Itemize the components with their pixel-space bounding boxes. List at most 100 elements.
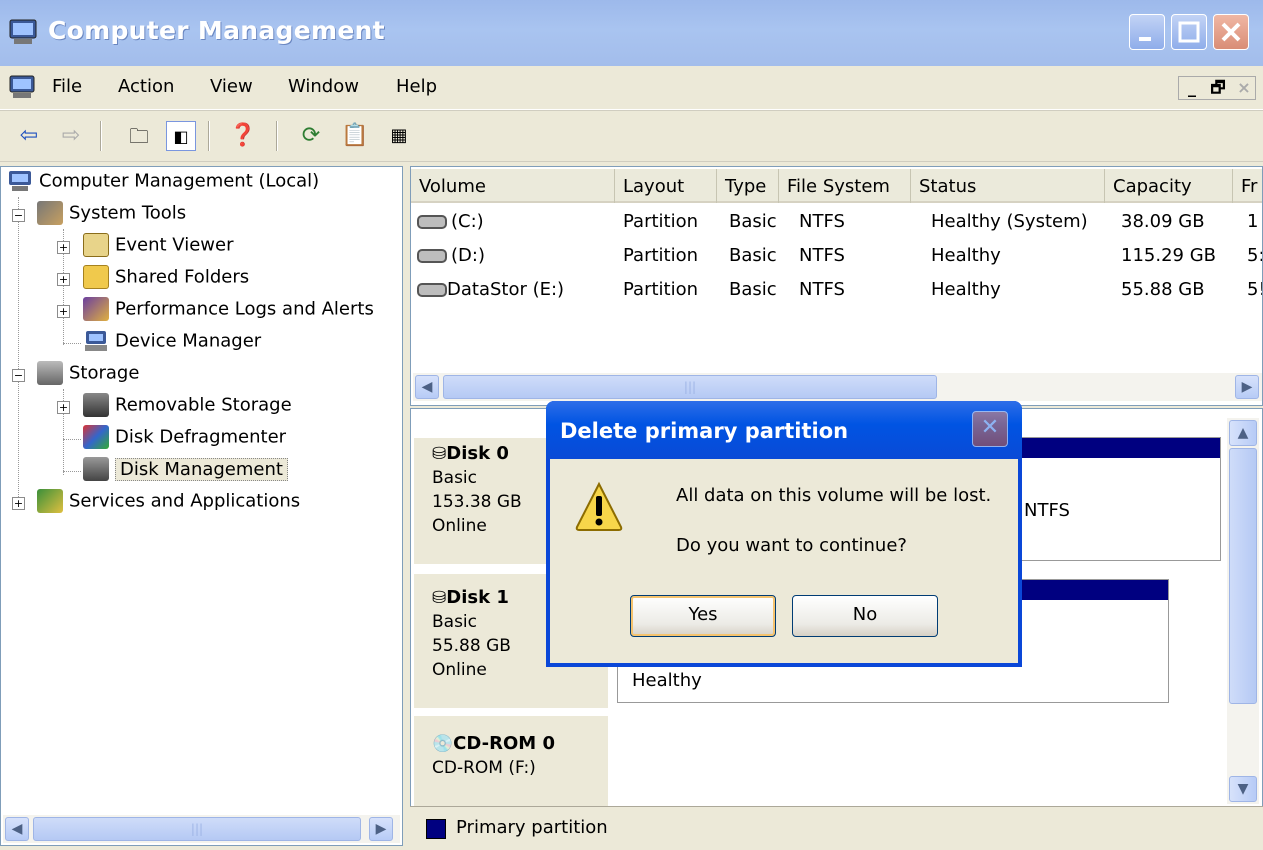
scroll-right-icon[interactable]: ▶ [1235,375,1259,399]
volume-fs-text: NTFS [1024,500,1070,521]
tree-item-removable-storage[interactable]: Removable Storage [83,393,292,421]
cell-layout: Partition [623,279,699,300]
toolbar-separator [100,121,102,151]
tree-label: Disk Management [115,457,288,481]
column-layout[interactable]: Layout [615,169,717,203]
drive-icon [417,215,447,229]
column-type[interactable]: Type [717,169,779,203]
yes-button[interactable]: Yes [630,595,776,637]
close-button[interactable] [1213,14,1249,50]
column-status[interactable]: Status [911,169,1105,203]
tree-label: Shared Folders [115,266,250,288]
maximize-icon [1178,21,1200,43]
scroll-up-icon[interactable]: ▲ [1229,420,1257,446]
forward-icon[interactable]: ⇨ [56,121,86,151]
menu-view[interactable]: View [210,76,253,97]
expand-icon[interactable]: + [57,401,70,414]
title-bar[interactable]: Computer Management [0,0,1263,66]
column-capacity[interactable]: Capacity [1105,169,1233,203]
refresh-icon[interactable]: ⟳ [296,121,326,151]
primary-partition-swatch [426,819,446,839]
cdrom-0-label[interactable]: 💿CD-ROM 0 CD-ROM (F:) [413,715,609,807]
cell-file-system: NTFS [799,279,845,300]
cell-status: Healthy (System) [931,211,1088,232]
menu-action[interactable]: Action [118,76,174,97]
cell-capacity: 55.88 GB [1121,279,1205,300]
child-restore-button[interactable]: 🗗 [1205,77,1231,99]
minimize-button[interactable] [1129,14,1165,50]
child-minimize-button[interactable]: _ [1179,77,1205,99]
disks-vertical-scrollbar[interactable]: ▲ ▼ [1227,418,1259,804]
list-header: Volume Layout Type File System Status Ca… [411,169,1262,203]
table-row[interactable]: (C:) Partition Basic NTFS Healthy (Syste… [411,205,1262,239]
scroll-thumb[interactable]: ||| [443,375,937,399]
tree-item-system-tools[interactable]: System Tools [37,201,186,229]
tree-label: Removable Storage [115,394,292,416]
menu-bar: File Action View Window Help _ 🗗 × [0,66,1263,110]
scroll-left-icon[interactable]: ◀ [5,817,29,841]
tree-label: Storage [69,362,140,384]
cell-status: Healthy [931,279,1001,300]
export-icon[interactable]: ▦ [384,121,414,151]
dialog-close-button[interactable]: ✕ [972,411,1008,447]
scroll-down-icon[interactable]: ▼ [1229,776,1257,802]
cell-type: Basic [729,279,777,300]
scroll-thumb[interactable] [1229,448,1257,704]
window-title: Computer Management [48,16,385,45]
tree-horizontal-scrollbar[interactable]: ◀ ||| ▶ [3,815,400,843]
up-one-level-icon[interactable]: 🗀 [124,121,154,151]
menu-file[interactable]: File [52,76,82,97]
cdrom-0-drive: CD-ROM (F:) [432,758,536,778]
cell-status: Healthy [931,245,1001,266]
tree-item-services-applications[interactable]: Services and Applications [37,489,300,517]
tree-item-performance-logs[interactable]: Performance Logs and Alerts [83,297,374,325]
back-icon[interactable]: ⇦ [14,121,44,151]
tree-item-device-manager[interactable]: Device Manager [83,329,261,357]
child-close-button[interactable]: × [1231,77,1257,99]
tree-item-root[interactable]: Computer Management (Local) [7,169,319,197]
column-free-space[interactable]: Fr [1233,169,1262,203]
properties-icon[interactable]: 📋 [340,121,370,151]
dialog-title-bar[interactable]: Delete primary partition [546,401,1022,459]
tree-item-disk-defragmenter[interactable]: Disk Defragmenter [83,425,286,453]
toolbar: ⇦ ⇨ 🗀 ◧ ❓ ⟳ 📋 ▦ [0,110,1263,162]
cell-volume: (D:) [417,239,485,273]
disk-1-name: Disk 1 [446,587,509,608]
scroll-thumb[interactable]: ||| [33,817,361,841]
help-icon[interactable]: ❓ [228,121,258,151]
collapse-icon[interactable]: − [12,209,25,222]
child-window-controls: _ 🗗 × [1178,76,1256,100]
expand-icon[interactable]: + [57,273,70,286]
collapse-icon[interactable]: − [12,369,25,382]
tree-item-event-viewer[interactable]: Event Viewer [83,233,233,261]
tree-label: Computer Management (Local) [39,170,320,192]
tree-item-storage[interactable]: Storage [37,361,139,389]
cell-type: Basic [729,211,777,232]
table-row[interactable]: DataStor (E:) Partition Basic NTFS Healt… [411,273,1262,307]
scroll-right-icon[interactable]: ▶ [369,817,393,841]
storage-icon [37,361,63,385]
scroll-left-icon[interactable]: ◀ [415,375,439,399]
expand-icon[interactable]: + [57,305,70,318]
column-file-system[interactable]: File System [779,169,911,203]
tree-label: Performance Logs and Alerts [115,298,374,320]
menu-window[interactable]: Window [288,76,359,97]
show-hide-tree-icon[interactable]: ◧ [166,121,196,151]
computer-icon [9,171,31,191]
cell-capacity: 38.09 GB [1121,211,1205,232]
expand-icon[interactable]: + [57,241,70,254]
console-icon[interactable] [8,74,36,100]
cell-volume: (C:) [417,205,484,239]
column-volume[interactable]: Volume [411,169,615,203]
tree-label: Event Viewer [115,234,234,256]
no-button[interactable]: No [792,595,938,637]
table-row[interactable]: (D:) Partition Basic NTFS Healthy 115.29… [411,239,1262,273]
tree-item-disk-management[interactable]: Disk Management [83,457,288,485]
cell-layout: Partition [623,211,699,232]
list-horizontal-scrollbar[interactable]: ◀ ||| ▶ [413,373,1262,401]
maximize-button[interactable] [1171,14,1207,50]
minimize-icon [1139,37,1151,41]
expand-icon[interactable]: + [12,497,25,510]
menu-help[interactable]: Help [396,76,437,97]
tree-item-shared-folders[interactable]: Shared Folders [83,265,249,293]
